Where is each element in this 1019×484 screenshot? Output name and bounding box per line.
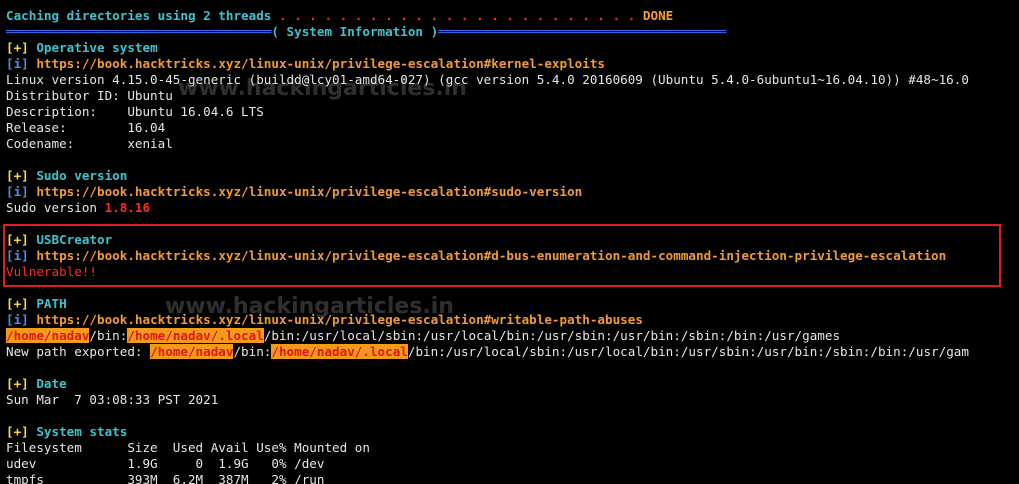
sudo-version-line: Sudo version 1.8.16	[6, 200, 150, 216]
path-segment: /bin:	[89, 328, 128, 343]
path-exported-line: New path exported: /home/nadav/bin:/home…	[6, 344, 969, 360]
rule-left: ═══════════════════════════════════	[6, 24, 272, 39]
info-marker: [i]	[6, 248, 29, 263]
sysinfo-header: ═══════════════════════════════════( Sys…	[6, 24, 726, 40]
path-value-line: /home/nadav/bin:/home/nadav/.local/bin:/…	[6, 328, 840, 344]
stats-columns-line: Filesystem Size Used Avail Use% Mounted …	[6, 440, 370, 455]
sudo-url-line: [i] https://book.hacktricks.xyz/linux-un…	[6, 184, 582, 200]
path-header: PATH	[36, 296, 67, 311]
path-segment: /bin:	[233, 344, 272, 359]
sudo-header: Sudo version	[36, 168, 128, 183]
usb-url-link[interactable]: https://book.hacktricks.xyz/linux-unix/p…	[36, 248, 946, 263]
os-distributor-line: Distributor ID: Ubuntu	[6, 88, 173, 103]
os-url-line: [i] https://book.hacktricks.xyz/linux-un…	[6, 56, 605, 72]
terminal-window[interactable]: www.hackingarticles.in www.hackingarticl…	[0, 0, 1019, 484]
plus-marker: [+]	[6, 40, 29, 55]
info-marker: [i]	[6, 312, 29, 327]
date-value-line: Sun Mar 7 03:08:33 PST 2021	[6, 392, 219, 407]
stats-header: System stats	[36, 424, 128, 439]
date-header-line: [+] Date	[6, 376, 67, 392]
os-header-line: [+] Operative system	[6, 40, 158, 56]
plus-marker: [+]	[6, 296, 29, 311]
plus-marker: [+]	[6, 168, 29, 183]
path-segment: /bin:/usr/local/sbin:/usr/local/bin:/usr…	[263, 328, 841, 343]
plus-marker: [+]	[6, 232, 29, 247]
info-marker: [i]	[6, 184, 29, 199]
rule-right: ══════════════════════════════════════	[438, 24, 727, 39]
sudo-version-value: 1.8.16	[104, 200, 151, 215]
path-exported-label: New path exported:	[6, 344, 151, 359]
caching-text: Caching directories using 2 threads	[6, 8, 272, 23]
info-marker: [i]	[6, 56, 29, 71]
path-url-link[interactable]: https://book.hacktricks.xyz/linux-unix/p…	[36, 312, 643, 327]
os-release-line: Release: 16.04	[6, 120, 166, 135]
plus-marker: [+]	[6, 376, 29, 391]
os-header: Operative system	[36, 40, 158, 55]
stats-row: udev 1.9G 0 1.9G 0% /dev	[6, 456, 325, 471]
sudo-version-label: Sudo version	[6, 200, 105, 215]
date-header: Date	[36, 376, 67, 391]
path-highlight-home: /home/nadav	[6, 328, 90, 343]
os-description-line: Description: Ubuntu 16.04.6 LTS	[6, 104, 264, 119]
stats-row: tmpfs 393M 6.2M 387M 2% /run	[6, 472, 325, 484]
path-header-line: [+] PATH	[6, 296, 67, 312]
path-segment: /bin:/usr/local/sbin:/usr/local/bin:/usr…	[407, 344, 969, 359]
path-highlight-home: /home/nadav	[150, 344, 234, 359]
plus-marker: [+]	[6, 424, 29, 439]
path-highlight-local: /home/nadav/.local	[271, 344, 408, 359]
sysinfo-title: ( System Information )	[271, 24, 439, 39]
usb-header-line: [+] USBCreator	[6, 232, 112, 248]
stats-header-line: [+] System stats	[6, 424, 127, 440]
os-url-link[interactable]: https://book.hacktricks.xyz/linux-unix/p…	[36, 56, 605, 71]
usb-url-line: [i] https://book.hacktricks.xyz/linux-un…	[6, 248, 946, 264]
os-kernel-line: Linux version 4.15.0-45-generic (buildd@…	[6, 72, 969, 87]
sudo-url-link[interactable]: https://book.hacktricks.xyz/linux-unix/p…	[36, 184, 582, 199]
path-highlight-local: /home/nadav/.local	[127, 328, 264, 343]
caching-line: Caching directories using 2 threads . . …	[6, 8, 673, 24]
usb-status-line: Vulnerable!!	[6, 264, 97, 280]
os-codename-line: Codename: xenial	[6, 136, 173, 151]
path-url-line: [i] https://book.hacktricks.xyz/linux-un…	[6, 312, 643, 328]
usb-vulnerable-status: Vulnerable!!	[6, 264, 97, 279]
caching-status: DONE	[642, 8, 674, 23]
usb-header: USBCreator	[36, 232, 113, 247]
caching-dots: . . . . . . . . . . . . . . . . . . . . …	[271, 8, 643, 23]
sudo-header-line: [+] Sudo version	[6, 168, 127, 184]
